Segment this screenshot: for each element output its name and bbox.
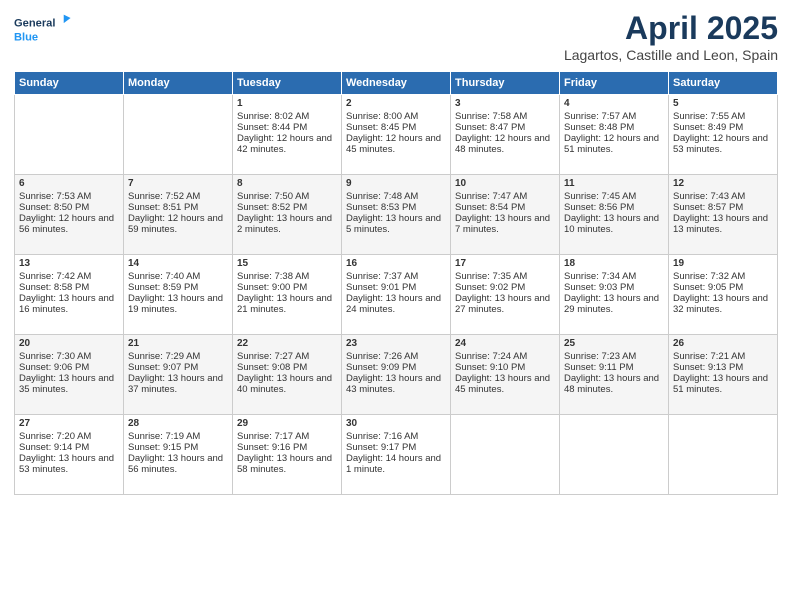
calendar-table: Sunday Monday Tuesday Wednesday Thursday… bbox=[14, 71, 778, 495]
calendar-cell: 20Sunrise: 7:30 AMSunset: 9:06 PMDayligh… bbox=[15, 335, 124, 415]
calendar-cell: 24Sunrise: 7:24 AMSunset: 9:10 PMDayligh… bbox=[451, 335, 560, 415]
svg-text:General: General bbox=[14, 18, 55, 30]
calendar-cell: 28Sunrise: 7:19 AMSunset: 9:15 PMDayligh… bbox=[124, 415, 233, 495]
logo-icon: General Blue bbox=[14, 10, 74, 50]
calendar-row: 20Sunrise: 7:30 AMSunset: 9:06 PMDayligh… bbox=[15, 335, 778, 415]
calendar-cell: 1Sunrise: 8:02 AMSunset: 8:44 PMDaylight… bbox=[233, 95, 342, 175]
calendar-cell: 23Sunrise: 7:26 AMSunset: 9:09 PMDayligh… bbox=[342, 335, 451, 415]
calendar-cell bbox=[451, 415, 560, 495]
calendar-cell: 2Sunrise: 8:00 AMSunset: 8:45 PMDaylight… bbox=[342, 95, 451, 175]
calendar-cell: 5Sunrise: 7:55 AMSunset: 8:49 PMDaylight… bbox=[669, 95, 778, 175]
col-monday: Monday bbox=[124, 72, 233, 95]
calendar-cell: 16Sunrise: 7:37 AMSunset: 9:01 PMDayligh… bbox=[342, 255, 451, 335]
main-title: April 2025 bbox=[564, 10, 778, 47]
calendar-cell: 10Sunrise: 7:47 AMSunset: 8:54 PMDayligh… bbox=[451, 175, 560, 255]
calendar-cell: 18Sunrise: 7:34 AMSunset: 9:03 PMDayligh… bbox=[560, 255, 669, 335]
calendar-cell: 29Sunrise: 7:17 AMSunset: 9:16 PMDayligh… bbox=[233, 415, 342, 495]
col-tuesday: Tuesday bbox=[233, 72, 342, 95]
subtitle: Lagartos, Castille and Leon, Spain bbox=[564, 47, 778, 63]
calendar-cell: 27Sunrise: 7:20 AMSunset: 9:14 PMDayligh… bbox=[15, 415, 124, 495]
calendar-cell: 17Sunrise: 7:35 AMSunset: 9:02 PMDayligh… bbox=[451, 255, 560, 335]
calendar-cell bbox=[124, 95, 233, 175]
calendar-cell: 8Sunrise: 7:50 AMSunset: 8:52 PMDaylight… bbox=[233, 175, 342, 255]
col-wednesday: Wednesday bbox=[342, 72, 451, 95]
calendar-cell: 9Sunrise: 7:48 AMSunset: 8:53 PMDaylight… bbox=[342, 175, 451, 255]
col-saturday: Saturday bbox=[669, 72, 778, 95]
calendar-cell bbox=[560, 415, 669, 495]
calendar-row: 13Sunrise: 7:42 AMSunset: 8:58 PMDayligh… bbox=[15, 255, 778, 335]
calendar-cell: 19Sunrise: 7:32 AMSunset: 9:05 PMDayligh… bbox=[669, 255, 778, 335]
col-friday: Friday bbox=[560, 72, 669, 95]
calendar-cell: 7Sunrise: 7:52 AMSunset: 8:51 PMDaylight… bbox=[124, 175, 233, 255]
calendar-row: 27Sunrise: 7:20 AMSunset: 9:14 PMDayligh… bbox=[15, 415, 778, 495]
calendar-cell: 22Sunrise: 7:27 AMSunset: 9:08 PMDayligh… bbox=[233, 335, 342, 415]
calendar-cell: 15Sunrise: 7:38 AMSunset: 9:00 PMDayligh… bbox=[233, 255, 342, 335]
col-thursday: Thursday bbox=[451, 72, 560, 95]
calendar-cell: 4Sunrise: 7:57 AMSunset: 8:48 PMDaylight… bbox=[560, 95, 669, 175]
calendar-cell: 30Sunrise: 7:16 AMSunset: 9:17 PMDayligh… bbox=[342, 415, 451, 495]
calendar-cell bbox=[669, 415, 778, 495]
header: General Blue April 2025 Lagartos, Castil… bbox=[14, 10, 778, 63]
calendar-cell bbox=[15, 95, 124, 175]
calendar-cell: 11Sunrise: 7:45 AMSunset: 8:56 PMDayligh… bbox=[560, 175, 669, 255]
header-row: Sunday Monday Tuesday Wednesday Thursday… bbox=[15, 72, 778, 95]
calendar-cell: 14Sunrise: 7:40 AMSunset: 8:59 PMDayligh… bbox=[124, 255, 233, 335]
calendar-cell: 13Sunrise: 7:42 AMSunset: 8:58 PMDayligh… bbox=[15, 255, 124, 335]
svg-text:Blue: Blue bbox=[14, 31, 38, 43]
page: General Blue April 2025 Lagartos, Castil… bbox=[0, 0, 792, 612]
calendar-row: 1Sunrise: 8:02 AMSunset: 8:44 PMDaylight… bbox=[15, 95, 778, 175]
logo: General Blue bbox=[14, 10, 74, 50]
title-block: April 2025 Lagartos, Castille and Leon, … bbox=[564, 10, 778, 63]
col-sunday: Sunday bbox=[15, 72, 124, 95]
calendar-cell: 21Sunrise: 7:29 AMSunset: 9:07 PMDayligh… bbox=[124, 335, 233, 415]
calendar-cell: 3Sunrise: 7:58 AMSunset: 8:47 PMDaylight… bbox=[451, 95, 560, 175]
calendar-cell: 12Sunrise: 7:43 AMSunset: 8:57 PMDayligh… bbox=[669, 175, 778, 255]
calendar-row: 6Sunrise: 7:53 AMSunset: 8:50 PMDaylight… bbox=[15, 175, 778, 255]
calendar-cell: 6Sunrise: 7:53 AMSunset: 8:50 PMDaylight… bbox=[15, 175, 124, 255]
calendar-cell: 25Sunrise: 7:23 AMSunset: 9:11 PMDayligh… bbox=[560, 335, 669, 415]
calendar-cell: 26Sunrise: 7:21 AMSunset: 9:13 PMDayligh… bbox=[669, 335, 778, 415]
